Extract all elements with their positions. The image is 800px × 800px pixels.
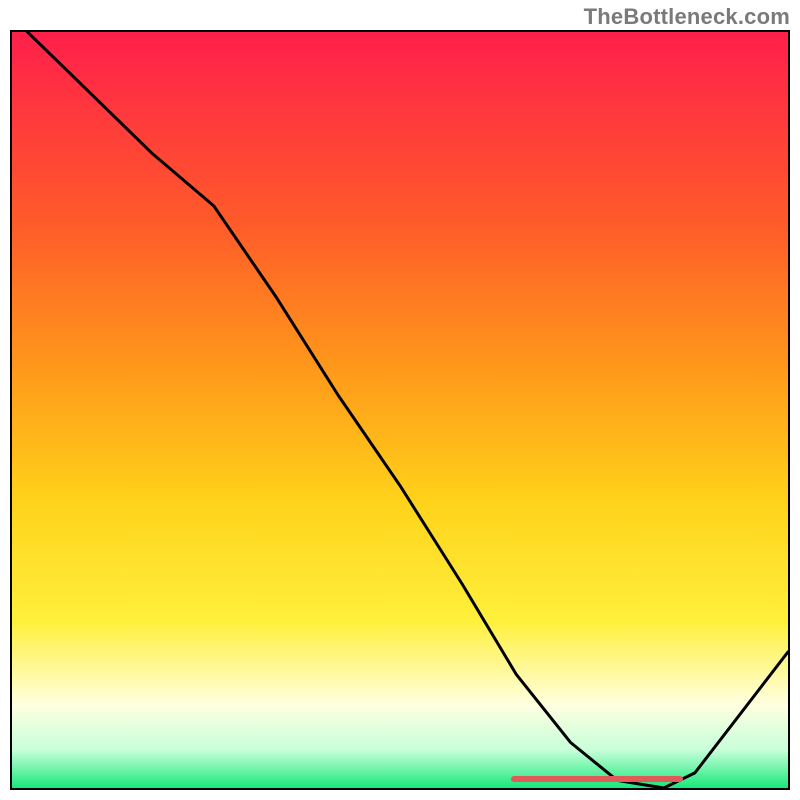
optimal-range-marker xyxy=(511,776,683,782)
bottleneck-curve xyxy=(28,32,788,788)
watermark-text: TheBottleneck.com xyxy=(584,4,790,30)
chart-stage: TheBottleneck.com xyxy=(0,0,800,800)
curve-layer xyxy=(12,32,788,788)
plot-area xyxy=(10,30,790,790)
